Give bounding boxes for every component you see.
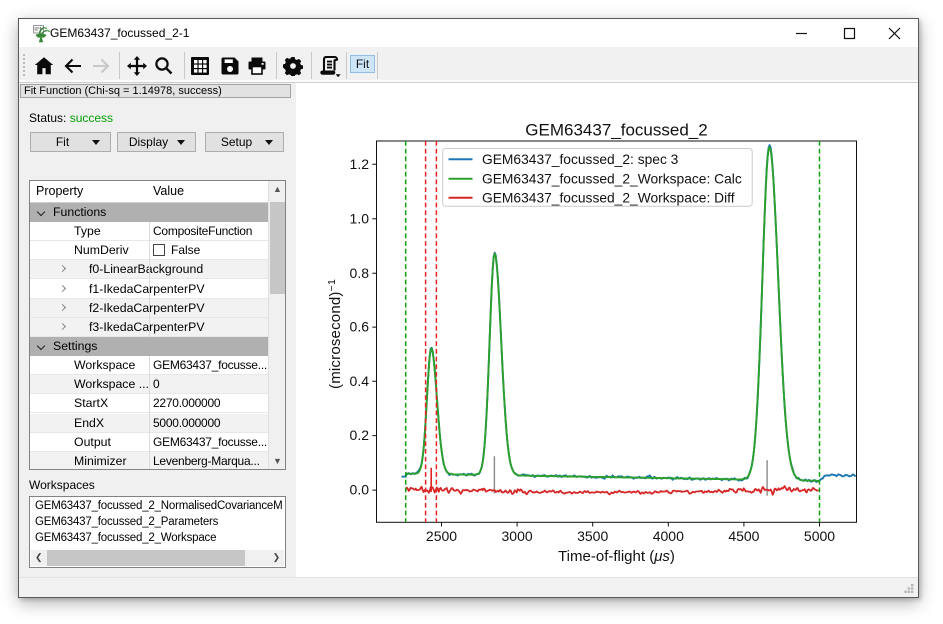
svg-text:Time-of-flight (μs): Time-of-flight (μs) xyxy=(558,548,675,565)
svg-text:GEM63437_focussed_2_Workspace:: GEM63437_focussed_2_Workspace: Calc xyxy=(482,171,742,186)
svg-text:2500: 2500 xyxy=(426,528,457,544)
svg-text:(microsecond)−1: (microsecond)−1 xyxy=(326,279,344,389)
svg-text:4500: 4500 xyxy=(728,528,759,544)
svg-text:4000: 4000 xyxy=(653,528,684,544)
svg-text:3500: 3500 xyxy=(577,528,608,544)
svg-text:3000: 3000 xyxy=(502,528,533,544)
svg-text:GEM63437_focussed_2_Workspace:: GEM63437_focussed_2_Workspace: Diff xyxy=(482,190,735,205)
svg-text:0.0: 0.0 xyxy=(350,482,370,498)
svg-text:1.2: 1.2 xyxy=(350,156,370,172)
svg-text:5000: 5000 xyxy=(804,528,835,544)
svg-text:0.6: 0.6 xyxy=(350,319,370,335)
svg-text:0.4: 0.4 xyxy=(350,373,370,389)
svg-text:GEM63437_focussed_2: GEM63437_focussed_2 xyxy=(525,121,707,140)
svg-text:0.2: 0.2 xyxy=(350,427,370,443)
svg-text:1.0: 1.0 xyxy=(350,210,370,226)
svg-text:GEM63437_focussed_2: spec 3: GEM63437_focussed_2: spec 3 xyxy=(482,152,679,167)
svg-text:0.8: 0.8 xyxy=(350,265,370,281)
